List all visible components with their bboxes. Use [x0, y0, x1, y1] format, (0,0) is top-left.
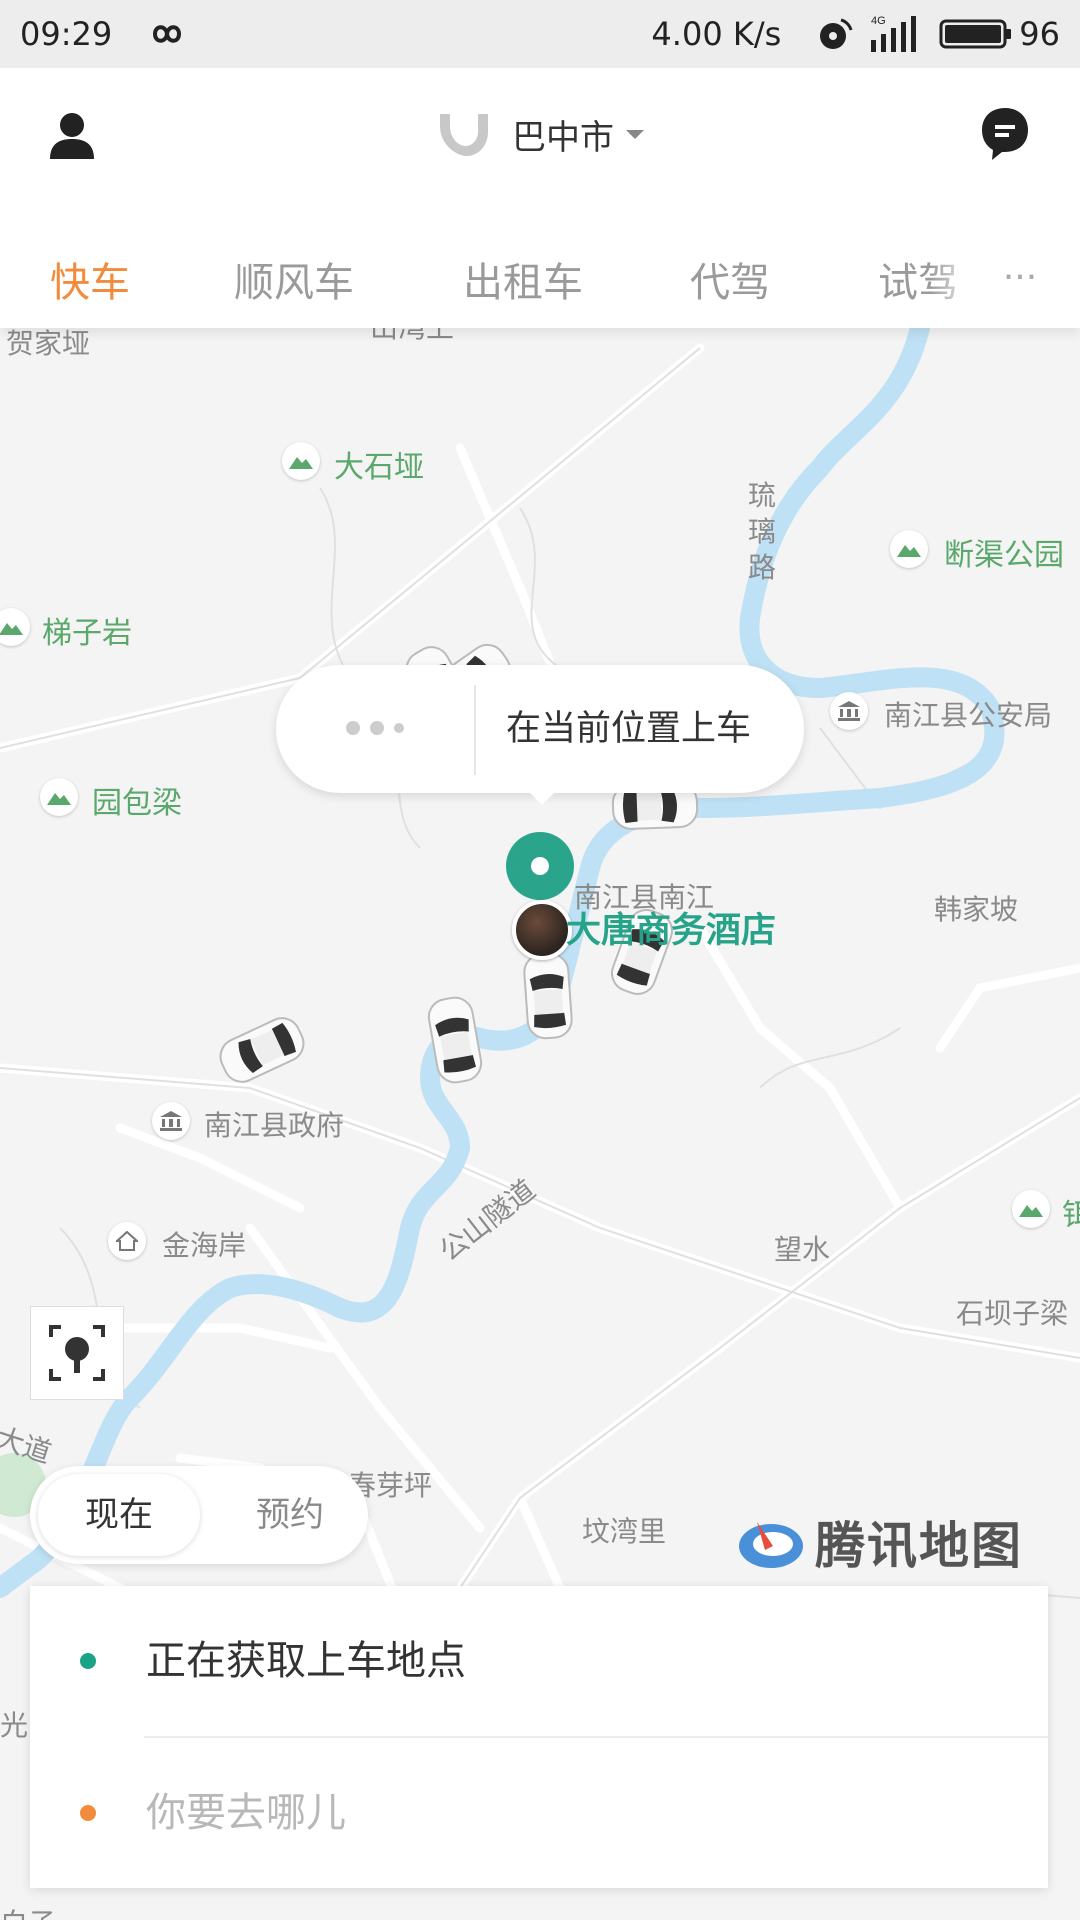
nearby-poi-label[interactable]: 大唐商务酒店: [566, 902, 776, 953]
caret-down-icon: [626, 129, 644, 139]
status-bar: 09:29 4.00 K/s 4G 96: [0, 0, 1080, 68]
person-icon: [50, 113, 94, 159]
battery-icon: [939, 17, 1013, 51]
tab-shunfengche[interactable]: 顺风车: [234, 238, 354, 328]
pickup-row[interactable]: 正在获取上车地点: [30, 1586, 1048, 1736]
svg-text:4G: 4G: [871, 15, 886, 27]
tab-chuzuche[interactable]: 出租车: [463, 238, 583, 328]
ride-card: 正在获取上车地点 你要去哪儿: [30, 1586, 1048, 1888]
bubble-divider: [474, 685, 476, 775]
car-icon: [425, 993, 485, 1087]
city-name: 巴中市: [512, 117, 614, 158]
service-tabs: 快车 顺风车 出租车 代驾 试驾 ···: [0, 238, 1080, 328]
reserve-option[interactable]: 预约: [230, 1474, 350, 1556]
status-time: 09:29: [20, 15, 113, 53]
top-bar: 巴中市: [0, 68, 1080, 198]
didi-logo-icon: [440, 114, 488, 156]
now-option[interactable]: 现在: [38, 1474, 200, 1556]
screen: 09:29 4.00 K/s 4G 96 巴中市 快车 顺风车 出租车 代驾 试…: [0, 0, 1080, 1920]
loading-dots-icon: [346, 721, 426, 737]
chat-icon: [982, 108, 1028, 160]
pickup-here-label: 在当前位置上车: [506, 709, 752, 749]
city-selector[interactable]: 巴中市: [434, 104, 644, 164]
destination-dot-icon: [80, 1805, 96, 1821]
signal-icon: 4G: [869, 14, 925, 54]
bubble-tip: [526, 789, 558, 805]
locate-button[interactable]: [30, 1306, 124, 1400]
pickup-status: 正在获取上车地点: [146, 1638, 466, 1684]
locate-icon: [49, 1325, 105, 1381]
user-avatar: [512, 900, 572, 960]
destination-input[interactable]: 你要去哪儿: [146, 1738, 346, 1888]
tab-daijia[interactable]: 代驾: [690, 238, 770, 328]
time-toggle: 现在 预约: [30, 1466, 368, 1564]
pickup-bubble[interactable]: 在当前位置上车: [276, 665, 804, 805]
message-button[interactable]: [980, 106, 1030, 162]
car-icon: [213, 1011, 311, 1089]
hotspot-icon: [815, 14, 855, 54]
infinity-icon: [142, 21, 192, 47]
tab-kuaiche[interactable]: 快车: [50, 238, 130, 328]
car-icon: [522, 951, 574, 1041]
tencent-map-icon: [739, 1522, 803, 1568]
more-tabs-button[interactable]: ···: [995, 238, 1045, 328]
destination-row[interactable]: 你要去哪儿: [30, 1738, 1048, 1888]
battery-level: 96: [1019, 15, 1060, 53]
net-speed: 4.00 K/s: [651, 15, 782, 53]
profile-button[interactable]: [44, 108, 100, 164]
brand-name: 腾讯地图: [815, 1517, 1023, 1575]
pickup-dot-icon: [80, 1653, 96, 1669]
tencent-map-logo: 腾讯地图: [735, 1510, 1023, 1575]
header: 巴中市 快车 顺风车 出租车 代驾 试驾 ···: [0, 68, 1080, 328]
